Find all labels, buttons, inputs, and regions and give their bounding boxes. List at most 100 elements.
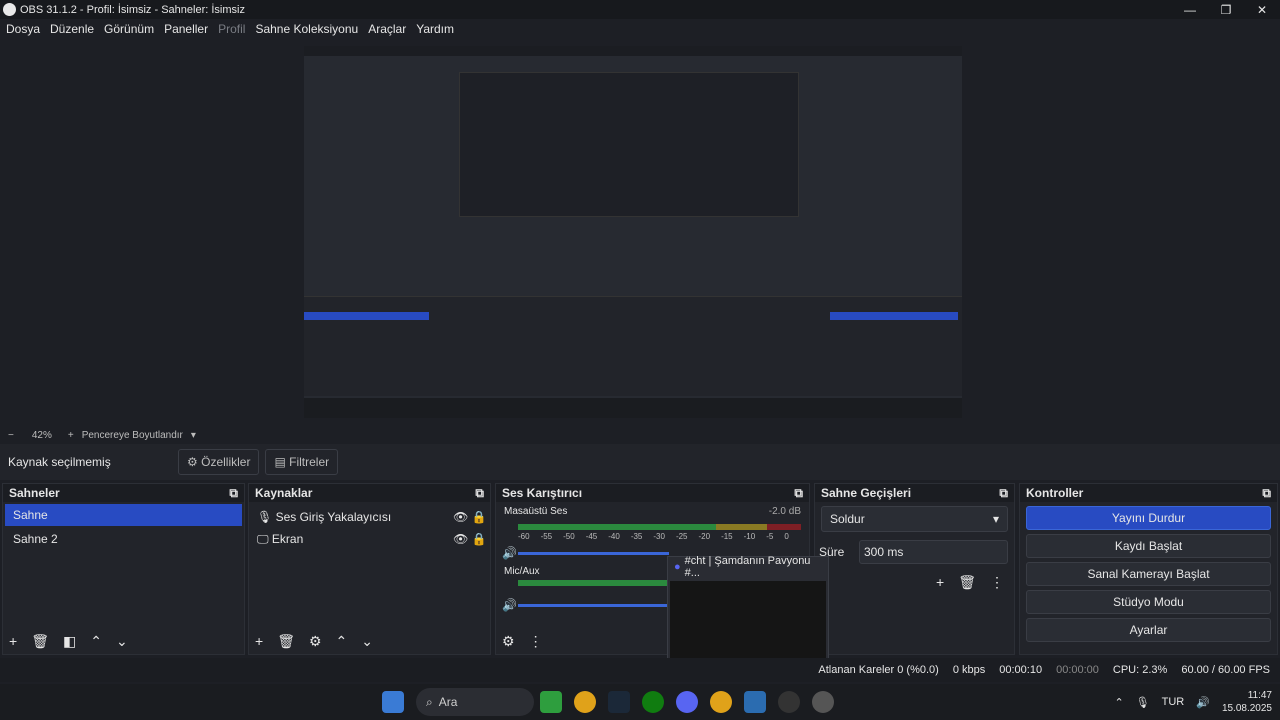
maximize-button[interactable]: ❐: [1208, 0, 1244, 19]
scene-item[interactable]: Sahne 2: [5, 528, 242, 550]
properties-label: Özellikler: [201, 455, 251, 469]
clock[interactable]: 11:47 15.08.2025: [1222, 689, 1272, 715]
record-time: 00:00:00: [1056, 664, 1099, 676]
chrome-icon[interactable]: [574, 691, 596, 713]
undock-icon[interactable]: ⧉: [794, 486, 803, 501]
advanced-audio-icon[interactable]: ⚙: [502, 633, 515, 650]
popup-thumbnail: [670, 581, 826, 663]
lock-icon[interactable]: 🔒: [472, 532, 487, 546]
undock-icon[interactable]: ⧉: [999, 486, 1008, 501]
duration-input[interactable]: 300 ms: [859, 540, 1008, 564]
trash-icon[interactable]: 🗑: [958, 574, 976, 591]
undock-icon[interactable]: ⧉: [229, 486, 238, 501]
clock-time: 11:47: [1247, 690, 1272, 701]
steam-icon[interactable]: [608, 691, 630, 713]
scene-item[interactable]: Sahne: [5, 504, 242, 526]
menu-dots-icon[interactable]: ⋮: [990, 574, 1004, 591]
obs-icon[interactable]: [778, 691, 800, 713]
menu-araclar[interactable]: Araçlar: [368, 22, 406, 36]
transition-value: Soldur: [830, 512, 865, 526]
channel-name: Masaüstü Ses: [504, 506, 568, 517]
speaker-icon[interactable]: 🔊: [1196, 696, 1210, 709]
arrow-down-icon[interactable]: ⌄: [361, 633, 373, 650]
add-icon[interactable]: +: [936, 574, 944, 591]
minecraft-icon[interactable]: [540, 691, 562, 713]
source-toolbar: Kaynak seçilmemiş ⚙ Özellikler ▤ Filtrel…: [0, 444, 1280, 480]
undock-icon[interactable]: ⧉: [475, 486, 484, 501]
fps-value: 60.00 / 60.00 FPS: [1181, 664, 1270, 676]
chevron-up-icon[interactable]: ⌃: [1114, 696, 1123, 709]
controls-title: Kontroller: [1026, 486, 1084, 500]
app-icon[interactable]: [744, 691, 766, 713]
language-indicator[interactable]: TUR: [1162, 696, 1185, 708]
arrow-up-icon[interactable]: ⌃: [90, 633, 102, 650]
source-item[interactable]: 🎙 Ses Giriş Yakalayıcısı 👁 🔒: [249, 506, 490, 528]
eye-icon[interactable]: 👁: [453, 532, 468, 546]
close-button[interactable]: ✕: [1244, 0, 1280, 19]
menu-sahne-koleksiyonu[interactable]: Sahne Koleksiyonu: [255, 22, 358, 36]
chevron-down-icon[interactable]: ▾: [191, 430, 196, 441]
chevron-down-icon: ▾: [992, 512, 999, 526]
stop-stream-button[interactable]: Yayını Durdur: [1026, 506, 1271, 530]
transition-select[interactable]: Soldur ▾: [821, 506, 1008, 532]
taskbar-search[interactable]: ⌕ Ara: [416, 688, 534, 716]
transitions-title: Sahne Geçişleri: [821, 486, 912, 500]
menu-dots-icon[interactable]: ⋮: [529, 633, 543, 650]
duration-value: 300 ms: [864, 545, 904, 559]
microphone-icon[interactable]: 🎙: [1136, 696, 1150, 709]
minimize-button[interactable]: —: [1172, 0, 1208, 19]
search-icon: ⌕: [426, 694, 433, 709]
settings-icon[interactable]: [812, 691, 834, 713]
start-record-button[interactable]: Kaydı Başlat: [1026, 534, 1271, 558]
properties-button[interactable]: ⚙ Özellikler: [178, 449, 260, 475]
lock-icon[interactable]: 🔒: [472, 510, 487, 524]
menu-yardim[interactable]: Yardım: [416, 22, 454, 36]
stream-time: 00:00:10: [999, 664, 1043, 676]
dropped-frames: Atlanan Kareler 0 (%0.0): [818, 664, 939, 676]
search-label: Ara: [438, 695, 458, 709]
transitions-dock: Sahne Geçişleri ⧉ Soldur ▾ Süre 300 ms + 🗑 ⋮: [814, 483, 1015, 655]
source-item[interactable]: 🖵 Ekran 👁 🔒: [249, 528, 490, 550]
menu-profil[interactable]: Profil: [218, 22, 245, 36]
studio-mode-button[interactable]: Stüdyo Modu: [1026, 590, 1271, 614]
taskbar-preview-popup[interactable]: ● #cht | Şamdanın Pavyonu #...: [667, 555, 829, 666]
xbox-icon[interactable]: [642, 691, 664, 713]
popup-title: #cht | Şamdanın Pavyonu #...: [684, 555, 811, 579]
trash-icon[interactable]: 🗑: [31, 633, 49, 650]
arrow-down-icon[interactable]: ⌄: [116, 633, 128, 650]
undock-icon[interactable]: ⧉: [1262, 486, 1271, 501]
menu-dosya[interactable]: Dosya: [6, 22, 40, 36]
sources-title: Kaynaklar: [255, 486, 313, 500]
meter-ticks: -60 -55 -50 -45 -40 -35 -30 -25 -20 -15 -10 -5 0: [518, 532, 789, 541]
eye-icon[interactable]: 👁: [453, 510, 468, 524]
kbps-value: 0 kbps: [952, 664, 986, 676]
menu-gorunum[interactable]: Görünüm: [104, 22, 154, 36]
speaker-icon[interactable]: 🔊: [502, 546, 517, 560]
volume-slider[interactable]: [518, 604, 669, 607]
discord-icon: ●: [674, 561, 681, 573]
trash-icon[interactable]: 🗑: [277, 633, 295, 650]
menu-duzenle[interactable]: Düzenle: [50, 22, 94, 36]
speaker-icon[interactable]: 🔊: [502, 598, 517, 612]
menu-paneller[interactable]: Paneller: [164, 22, 208, 36]
volume-slider[interactable]: [518, 552, 669, 555]
settings-button[interactable]: Ayarlar: [1026, 618, 1271, 642]
zoom-in-button[interactable]: +: [68, 430, 74, 441]
zoom-out-button[interactable]: −: [8, 430, 14, 441]
discord-icon[interactable]: [676, 691, 698, 713]
filter-icon[interactable]: ◧: [63, 633, 76, 650]
windows-start-icon[interactable]: [382, 691, 404, 713]
add-icon[interactable]: +: [9, 633, 17, 649]
scenes-dock: Sahneler ⧉ Sahne Sahne 2 + 🗑 ◧ ⌃ ⌄: [2, 483, 245, 655]
virtual-camera-button[interactable]: Sanal Kamerayı Başlat: [1026, 562, 1271, 586]
mixer-channel: Masaüstü Ses -2.0 dB -60 -55 -50 -45 -40 -35 -3…: [496, 502, 809, 562]
gear-icon[interactable]: ⚙: [309, 633, 322, 650]
source-label: Ekran: [271, 532, 304, 546]
add-icon[interactable]: +: [255, 633, 263, 649]
clock-date: 15.08.2025: [1221, 703, 1272, 714]
filters-label: Filtreler: [289, 455, 330, 469]
arrow-up-icon[interactable]: ⌃: [336, 633, 348, 650]
filters-button[interactable]: ▤ Filtreler: [265, 449, 339, 475]
chrome-icon[interactable]: [710, 691, 732, 713]
menu-bar: Dosya Düzenle Görünüm Paneller Profil Sa…: [0, 19, 1280, 39]
